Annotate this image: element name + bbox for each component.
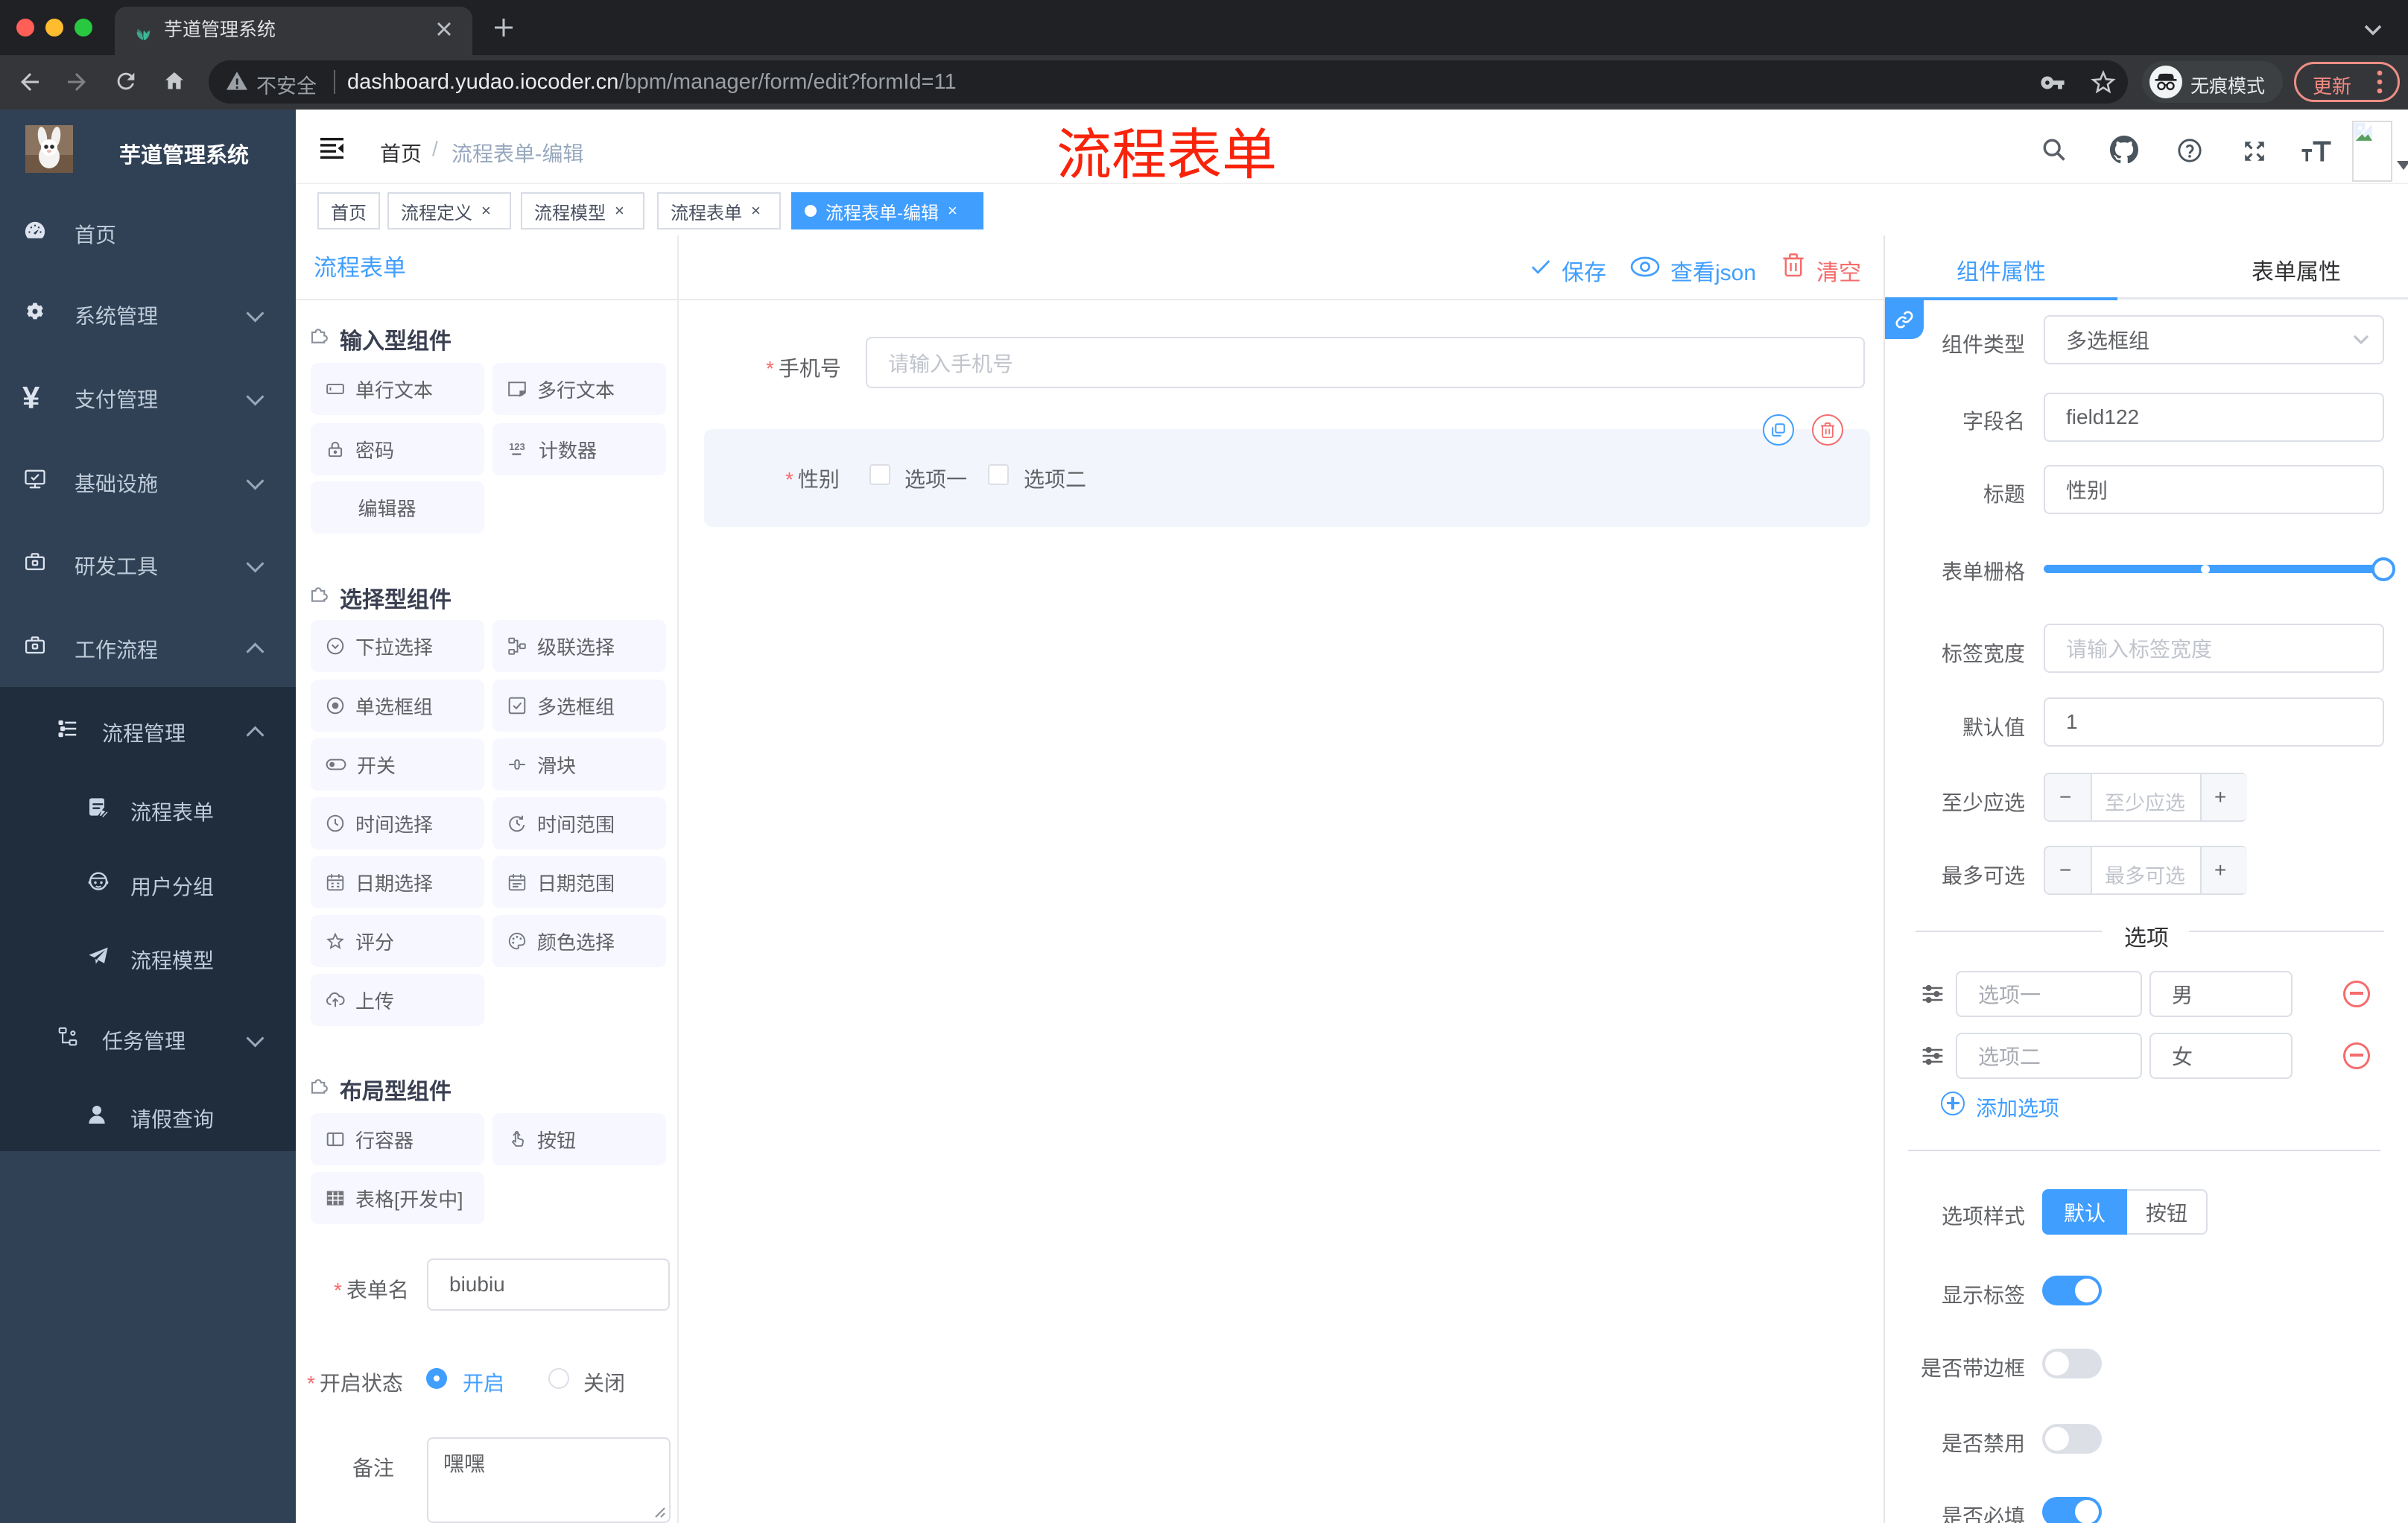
svg-text:123: 123	[509, 441, 525, 452]
